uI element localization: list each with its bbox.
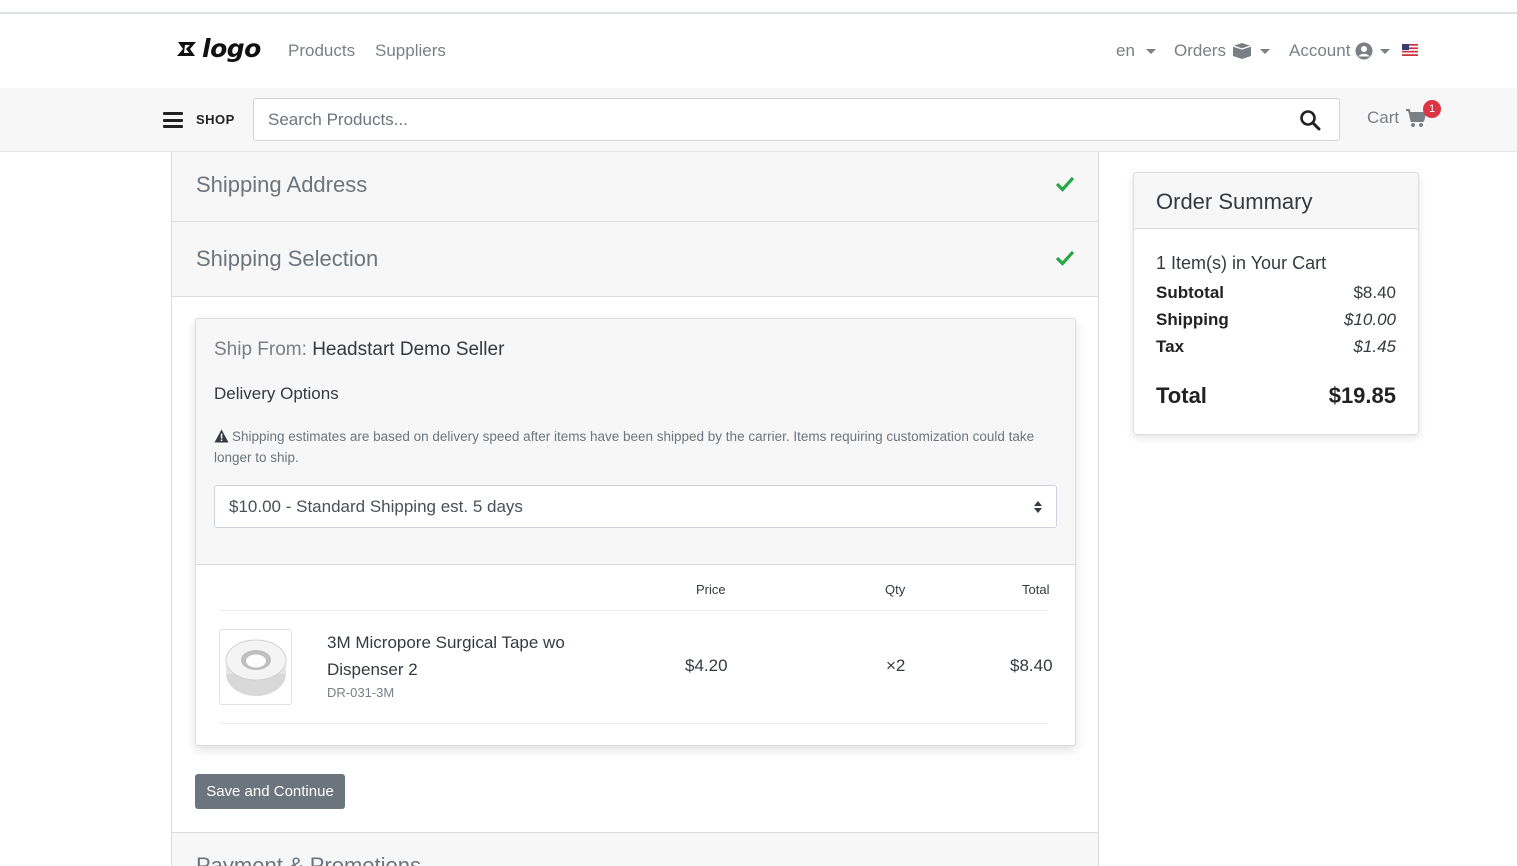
chevron-down-icon bbox=[1145, 48, 1156, 54]
table-divider bbox=[220, 723, 1048, 724]
order-summary-title: Order Summary bbox=[1156, 189, 1313, 214]
checkout-panel: Shipping Address Shipping Selection Ship… bbox=[171, 152, 1099, 866]
product-sku: DR-031-3M bbox=[327, 685, 395, 700]
shipping-method-value: $10.00 - Standard Shipping est. 5 days bbox=[229, 497, 523, 516]
table-divider bbox=[220, 610, 1048, 611]
orders-label: Orders bbox=[1174, 41, 1226, 60]
shipping-address-title: Shipping Address bbox=[196, 172, 368, 197]
payment-section[interactable]: Payment & Promotions bbox=[172, 832, 1098, 866]
shipping-notice: Shipping estimates are based on delivery… bbox=[214, 426, 1062, 468]
tax-value: $1.45 bbox=[1353, 337, 1396, 356]
ship-from: Ship From: Headstart Demo Seller bbox=[214, 339, 504, 361]
order-summary-header: Order Summary bbox=[1134, 173, 1418, 229]
check-icon bbox=[1055, 176, 1075, 192]
search-input[interactable] bbox=[253, 98, 1340, 141]
shipping-notice-text: Shipping estimates are based on delivery… bbox=[214, 429, 1035, 465]
cart-link[interactable]: Cart bbox=[1367, 108, 1427, 128]
shipping-value: $10.00 bbox=[1344, 310, 1396, 329]
shipping-method-select[interactable]: $10.00 - Standard Shipping est. 5 days bbox=[214, 485, 1057, 528]
total-label: Total bbox=[1156, 383, 1207, 408]
account-dropdown[interactable]: Account bbox=[1289, 41, 1391, 61]
shipping-label: Shipping bbox=[1156, 310, 1229, 329]
ship-from-label: Ship From: bbox=[214, 339, 307, 360]
shipment-card-header: Ship From: Headstart Demo Seller Deliver… bbox=[196, 319, 1075, 565]
shipping-selection-title: Shipping Selection bbox=[196, 246, 379, 271]
tax-row: Tax $1.45 bbox=[1156, 337, 1396, 357]
tax-label: Tax bbox=[1156, 337, 1185, 356]
line-item-total: $8.40 bbox=[1010, 656, 1053, 675]
qty-column-header: Qty bbox=[885, 582, 906, 597]
product-name[interactable]: 3M Micropore Surgical Tape wo Dispenser … bbox=[327, 629, 627, 683]
cart-label: Cart bbox=[1367, 108, 1400, 127]
subtotal-value: $8.40 bbox=[1353, 283, 1396, 302]
total-row: Total $19.85 bbox=[1156, 383, 1396, 409]
order-summary-card: Order Summary 1 Item(s) in Your Cart Sub… bbox=[1133, 172, 1419, 435]
delivery-options-label: Delivery Options bbox=[214, 384, 339, 403]
total-column-header: Total bbox=[1022, 582, 1050, 597]
box-icon bbox=[1232, 43, 1252, 59]
tape-roll-icon bbox=[225, 639, 287, 696]
subtotal-label: Subtotal bbox=[1156, 283, 1224, 302]
nav-suppliers-link[interactable]: Suppliers bbox=[375, 41, 446, 61]
select-arrows-icon bbox=[1034, 501, 1042, 513]
shipping-selection-section[interactable]: Shipping Selection bbox=[172, 222, 1098, 297]
line-item-qty: ×2 bbox=[886, 656, 906, 675]
search-strip: SHOP Cart bbox=[0, 88, 1517, 152]
shop-menu-label[interactable]: SHOP bbox=[196, 112, 235, 127]
shipment-card: Ship From: Headstart Demo Seller Deliver… bbox=[195, 318, 1076, 746]
logo-text: logo bbox=[202, 34, 261, 63]
ship-from-seller: Headstart Demo Seller bbox=[312, 339, 505, 360]
orders-dropdown[interactable]: Orders bbox=[1174, 41, 1270, 61]
shipping-row: Shipping $10.00 bbox=[1156, 310, 1396, 330]
price-column-header: Price bbox=[696, 582, 726, 597]
language-dropdown[interactable]: en bbox=[1116, 41, 1156, 61]
cart-item-count: 1 Item(s) in Your Cart bbox=[1156, 253, 1327, 273]
check-icon bbox=[1055, 250, 1075, 266]
search-icon[interactable] bbox=[1298, 109, 1322, 131]
total-value: $19.85 bbox=[1328, 383, 1396, 408]
chevron-down-icon bbox=[1380, 48, 1391, 54]
hamburger-icon[interactable] bbox=[163, 112, 183, 128]
warning-icon bbox=[214, 429, 229, 443]
logo-icon bbox=[177, 42, 196, 56]
product-thumbnail[interactable] bbox=[219, 629, 292, 705]
account-label: Account bbox=[1289, 41, 1351, 60]
line-item-price: $4.20 bbox=[685, 656, 728, 675]
subtotal-row: Subtotal $8.40 bbox=[1156, 283, 1396, 303]
chevron-down-icon bbox=[1259, 48, 1270, 54]
save-and-continue-button[interactable]: Save and Continue bbox=[195, 774, 345, 809]
shipping-address-section[interactable]: Shipping Address bbox=[172, 152, 1098, 222]
nav-products-link[interactable]: Products bbox=[288, 41, 355, 61]
us-flag-icon[interactable] bbox=[1402, 44, 1418, 56]
logo[interactable]: logo bbox=[176, 36, 261, 62]
cart-count-badge: 1 bbox=[1423, 100, 1441, 118]
payment-section-title: Payment & Promotions bbox=[196, 853, 421, 866]
language-label: en bbox=[1116, 41, 1135, 60]
user-circle-icon bbox=[1355, 42, 1373, 60]
top-navbar: logo Products Suppliers en Orders Accoun… bbox=[0, 14, 1517, 88]
